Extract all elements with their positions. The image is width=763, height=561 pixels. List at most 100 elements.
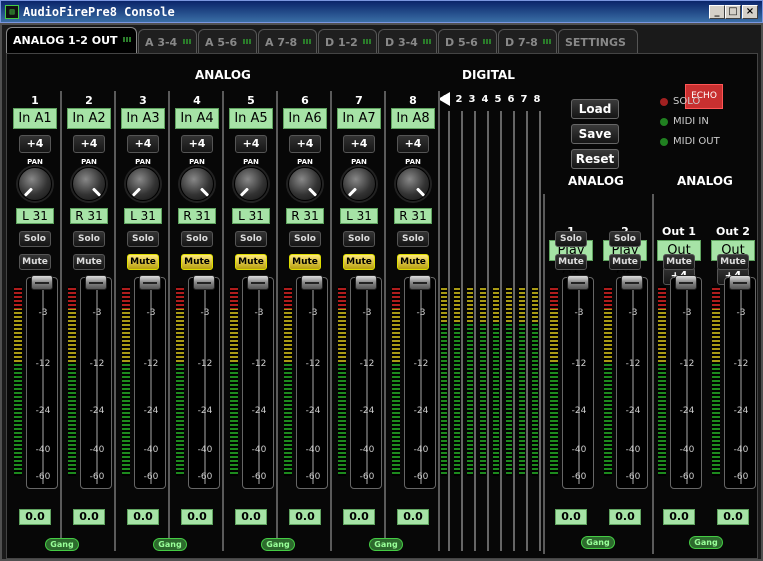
tab-4[interactable]: D 1-2 — [318, 29, 377, 53]
fader-handle[interactable] — [409, 275, 431, 290]
volume-fader[interactable]: -3 -12 -24 -40 -60 — [404, 275, 436, 489]
fader-handle[interactable] — [567, 275, 589, 290]
close-button[interactable]: × — [742, 5, 758, 19]
tab-7[interactable]: D 7-8 — [498, 29, 557, 53]
mute-button[interactable]: Mute — [19, 254, 51, 270]
solo-button[interactable]: Solo — [127, 231, 159, 247]
pan-knob[interactable] — [342, 167, 376, 201]
mute-button[interactable]: Mute — [127, 254, 159, 270]
volume-fader[interactable]: -3 -12 -24 -40 -60 — [80, 275, 112, 489]
pan-knob[interactable] — [72, 167, 106, 201]
input-source-select[interactable]: In A2 — [67, 108, 111, 129]
level-meter — [658, 286, 666, 476]
input-source-select[interactable]: In A8 — [391, 108, 435, 129]
input-source-select[interactable]: In A7 — [337, 108, 381, 129]
gain-button[interactable]: +4 — [343, 135, 375, 153]
fader-handle[interactable] — [675, 275, 697, 290]
fader-handle[interactable] — [729, 275, 751, 290]
fader-handle[interactable] — [85, 275, 107, 290]
pan-knob[interactable] — [18, 167, 52, 201]
gain-button[interactable]: +4 — [181, 135, 213, 153]
pan-value: R 31 — [178, 208, 216, 224]
fader-scale-label: -60 — [35, 472, 51, 482]
pan-label: PAN — [351, 158, 367, 166]
mute-button[interactable]: Mute — [555, 254, 587, 270]
gang-button[interactable]: Gang — [261, 538, 295, 551]
input-source-select[interactable]: In A5 — [229, 108, 273, 129]
pan-knob[interactable] — [234, 167, 268, 201]
gang-button[interactable]: Gang — [153, 538, 187, 551]
volume-fader[interactable]: -3 -12 -24 -40 -60 — [296, 275, 328, 489]
mute-button[interactable]: Mute — [663, 254, 695, 270]
input-strip-3: 3 In A3 +4 PAN L 31 Solo Mute -3 -12 -24 -40 -60 0.0 — [117, 91, 169, 561]
volume-fader[interactable]: -3 -12 -24 -40 -60 — [616, 275, 648, 489]
pan-label: PAN — [297, 158, 313, 166]
solo-button[interactable]: Solo — [181, 231, 213, 247]
volume-fader[interactable]: -3 -12 -24 -40 -60 — [188, 275, 220, 489]
fader-handle[interactable] — [621, 275, 643, 290]
tab-6[interactable]: D 5-6 — [438, 29, 497, 53]
solo-button[interactable]: Solo — [397, 231, 429, 247]
solo-button[interactable]: Solo — [343, 231, 375, 247]
gain-button[interactable]: +4 — [235, 135, 267, 153]
pan-knob[interactable] — [126, 167, 160, 201]
solo-button[interactable]: Solo — [19, 231, 51, 247]
mute-button[interactable]: Mute — [289, 254, 321, 270]
solo-button[interactable]: Solo — [235, 231, 267, 247]
gain-button[interactable]: +4 — [397, 135, 429, 153]
pan-knob[interactable] — [288, 167, 322, 201]
input-source-select[interactable]: In A3 — [121, 108, 165, 129]
mute-button[interactable]: Mute — [181, 254, 213, 270]
gang-button[interactable]: Gang — [369, 538, 403, 551]
mute-button[interactable]: Mute — [235, 254, 267, 270]
gain-button[interactable]: +4 — [19, 135, 51, 153]
input-source-select[interactable]: In A4 — [175, 108, 219, 129]
tab-label: SETTINGS — [565, 36, 626, 49]
tab-1[interactable]: A 3-4 — [138, 29, 197, 53]
tab-8[interactable]: SETTINGS — [558, 29, 638, 53]
volume-fader[interactable]: -3 -12 -24 -40 -60 — [134, 275, 166, 489]
tab-3[interactable]: A 7-8 — [258, 29, 317, 53]
tab-5[interactable]: D 3-4 — [378, 29, 437, 53]
pan-knob[interactable] — [396, 167, 430, 201]
tab-0[interactable]: ANALOG 1-2 OUT — [6, 27, 137, 54]
gain-button[interactable]: +4 — [127, 135, 159, 153]
gain-button[interactable]: +4 — [73, 135, 105, 153]
gang-button[interactable]: Gang — [45, 538, 79, 551]
solo-button[interactable]: Solo — [289, 231, 321, 247]
fader-handle[interactable] — [139, 275, 161, 290]
mute-button[interactable]: Mute — [717, 254, 749, 270]
tab-label: ANALOG 1-2 OUT — [13, 34, 118, 47]
fader-handle[interactable] — [247, 275, 269, 290]
mute-button[interactable]: Mute — [73, 254, 105, 270]
fader-handle[interactable] — [193, 275, 215, 290]
digital-level-meter — [519, 286, 525, 476]
pan-label: PAN — [135, 158, 151, 166]
tab-2[interactable]: A 5-6 — [198, 29, 257, 53]
volume-fader[interactable]: -3 -12 -24 -40 -60 — [724, 275, 756, 489]
strip-divider — [438, 91, 440, 551]
minimize-button[interactable]: _ — [709, 5, 725, 19]
mute-button[interactable]: Mute — [343, 254, 375, 270]
fader-handle[interactable] — [355, 275, 377, 290]
solo-button[interactable]: Solo — [609, 231, 641, 247]
fader-handle[interactable] — [301, 275, 323, 290]
volume-fader[interactable]: -3 -12 -24 -40 -60 — [562, 275, 594, 489]
volume-fader[interactable]: -3 -12 -24 -40 -60 — [670, 275, 702, 489]
volume-fader[interactable]: -3 -12 -24 -40 -60 — [26, 275, 58, 489]
fader-handle[interactable] — [31, 275, 53, 290]
solo-button[interactable]: Solo — [73, 231, 105, 247]
gang-button[interactable]: Gang — [689, 536, 723, 549]
volume-fader[interactable]: -3 -12 -24 -40 -60 — [350, 275, 382, 489]
gang-button[interactable]: Gang — [581, 536, 615, 549]
volume-fader[interactable]: -3 -12 -24 -40 -60 — [242, 275, 274, 489]
solo-button[interactable]: Solo — [555, 231, 587, 247]
maximize-button[interactable]: □ — [725, 5, 741, 19]
gain-button[interactable]: +4 — [289, 135, 321, 153]
input-source-select[interactable]: In A6 — [283, 108, 327, 129]
input-source-select[interactable]: In A1 — [13, 108, 57, 129]
pan-knob[interactable] — [180, 167, 214, 201]
mute-button[interactable]: Mute — [609, 254, 641, 270]
digital-channel-number: 2 — [455, 94, 463, 105]
mute-button[interactable]: Mute — [397, 254, 429, 270]
